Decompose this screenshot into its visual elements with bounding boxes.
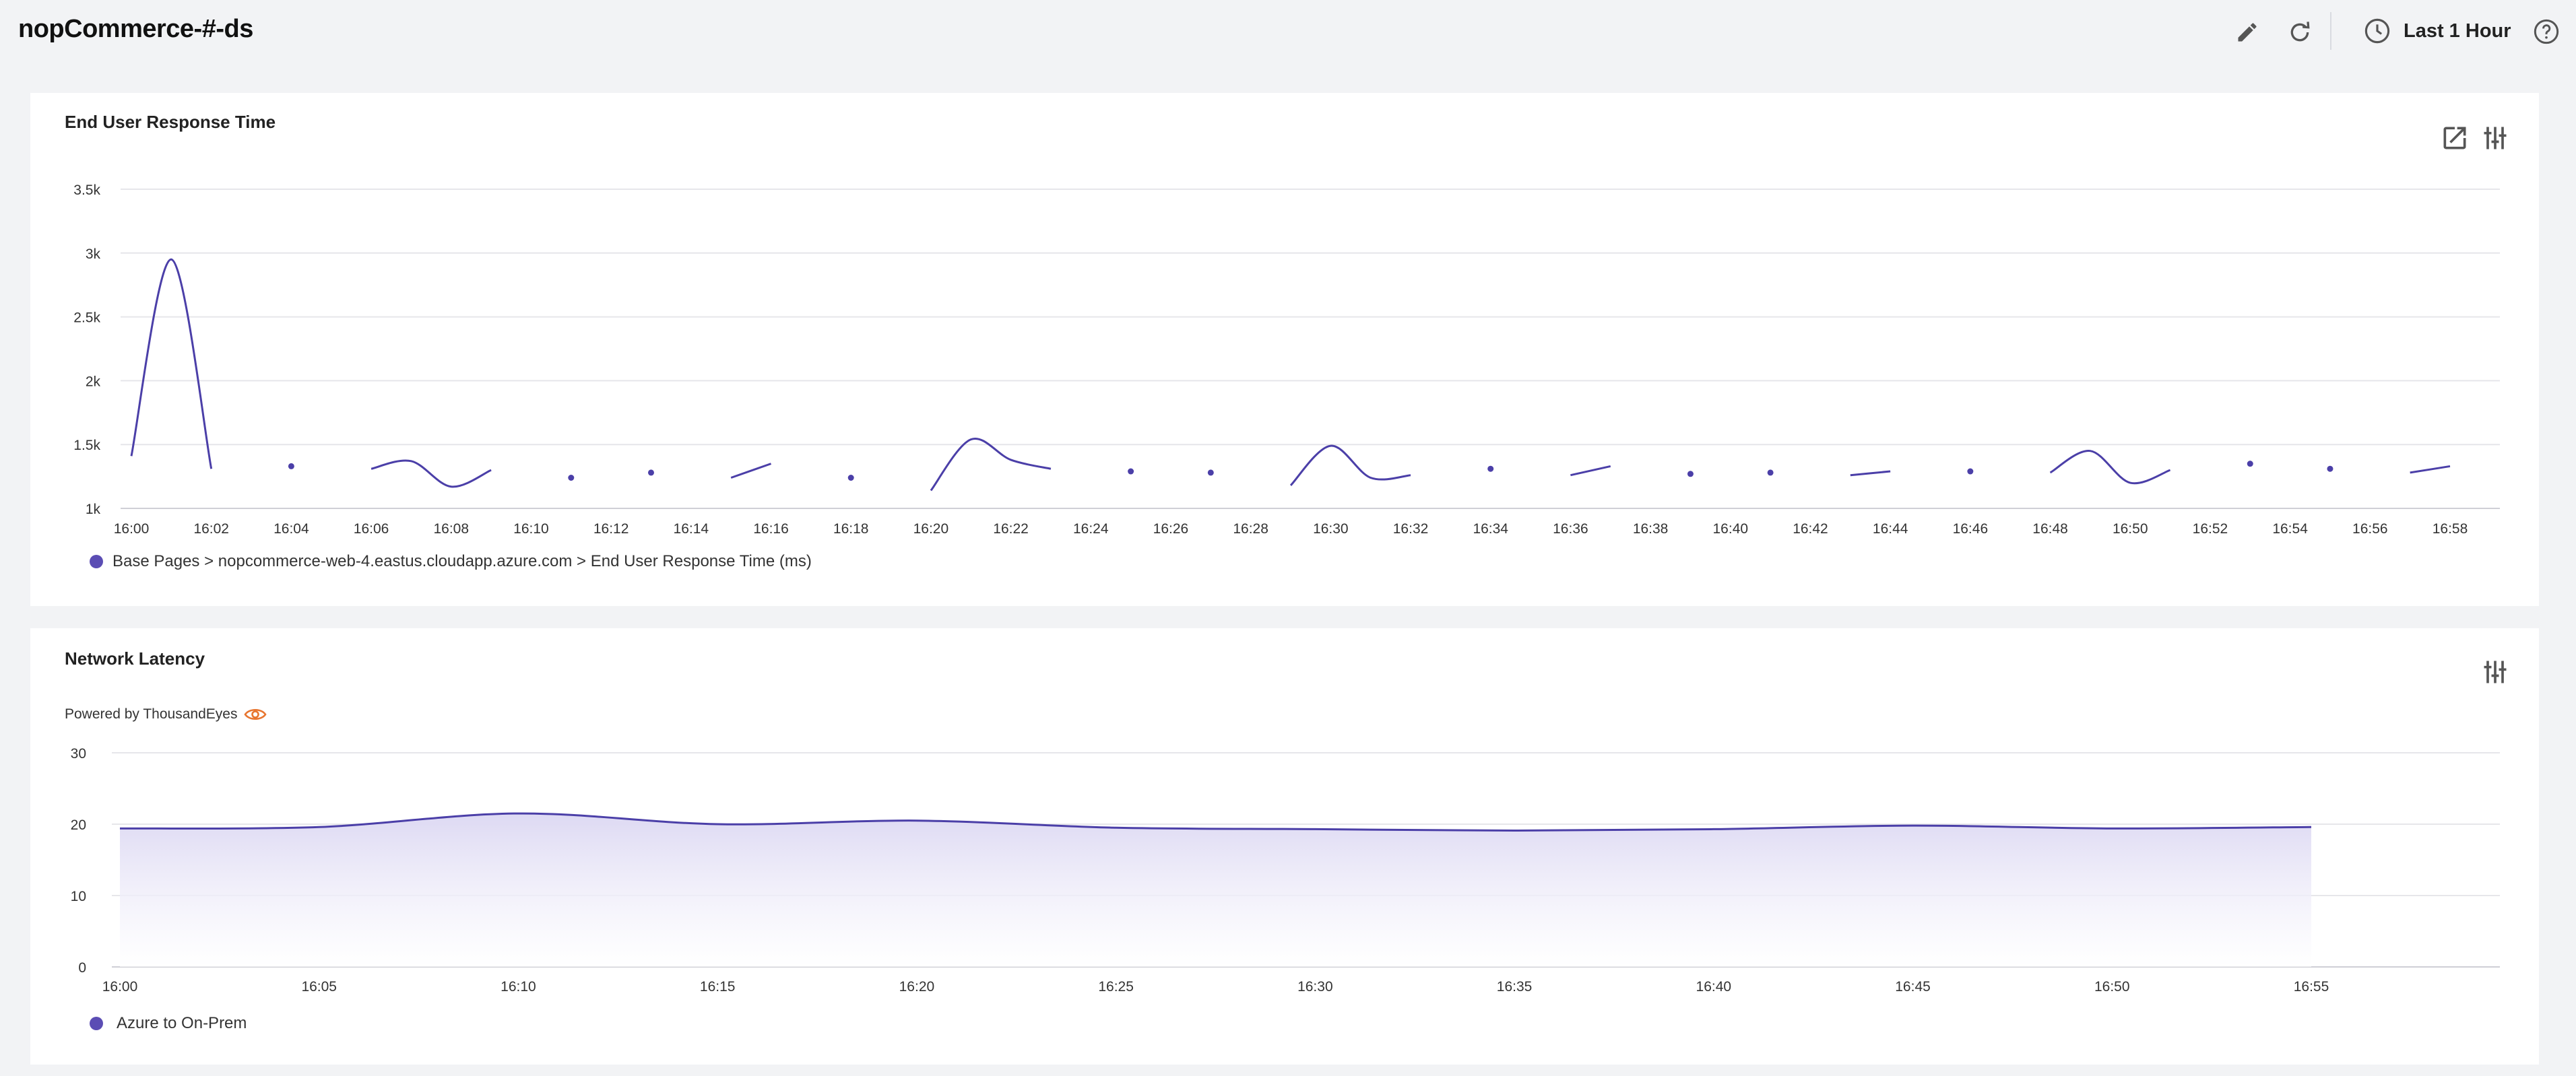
y-tick-label: 0 [78,960,86,976]
data-point [568,474,575,481]
refresh-icon[interactable] [2285,18,2315,47]
data-point [1128,468,1134,475]
y-tick-label: 3k [86,246,101,262]
chart-legend[interactable]: Base Pages > nopcommerce-web-4.eastus.cl… [90,552,812,571]
x-tick-label: 16:15 [700,979,736,995]
data-point [1487,465,1494,472]
pencil-icon[interactable] [2234,19,2261,46]
data-point [1967,468,1974,475]
series-area [120,813,2311,967]
series-line [130,258,213,469]
x-tick-label: 16:36 [1553,521,1588,537]
clock-icon [2364,18,2390,44]
data-point [1687,471,1694,477]
legend-label: Base Pages > nopcommerce-web-4.eastus.cl… [112,552,812,570]
x-tick-label: 16:16 [753,521,789,537]
x-tick-label: 16:58 [2433,521,2468,537]
x-tick-label: 16:34 [1473,521,1508,537]
page-title: nopCommerce-#-ds [18,15,253,43]
x-tick-label: 16:10 [501,979,536,995]
series-line [730,463,772,479]
x-tick-label: 16:45 [1895,979,1931,995]
data-point [847,474,854,481]
y-tick-label: 2.5k [73,310,100,326]
time-range-picker[interactable]: Last 1 Hour [2363,0,2511,62]
series-line [1289,444,1411,486]
x-tick-label: 16:22 [993,521,1029,537]
x-tick-label: 16:12 [593,521,629,537]
series-line [2049,450,2171,485]
y-tick-label: 1.5k [73,438,100,453]
data-point [2327,465,2333,472]
x-tick-label: 16:42 [1793,521,1828,537]
series-line [1850,470,1891,477]
x-tick-label: 16:25 [1098,979,1134,995]
legend-marker [90,555,103,568]
x-tick-label: 16:52 [2193,521,2228,537]
y-tick-label: 30 [71,746,86,762]
data-point [2247,461,2253,467]
data-point [1767,469,1774,476]
series-line [2410,465,2451,474]
y-tick-label: 2k [86,374,101,389]
x-tick-label: 16:08 [433,521,469,537]
data-point [647,469,654,476]
x-tick-label: 16:06 [354,521,389,537]
y-tick-label: 3.5k [73,182,100,198]
time-range-label: Last 1 Hour [2404,20,2511,42]
x-tick-label: 16:30 [1313,521,1349,537]
series-line [1570,465,1611,477]
x-tick-label: 16:14 [674,521,709,537]
x-tick-label: 16:40 [1696,979,1732,995]
x-tick-label: 16:04 [273,521,309,537]
x-tick-label: 16:26 [1153,521,1189,537]
x-tick-label: 16:18 [833,521,869,537]
data-point [288,463,294,469]
x-tick-label: 16:40 [1713,521,1749,537]
network-latency-chart: 0 10 20 30 16:00 16:05 16:10 16:15 16:20 16:25 16:… [71,746,2500,995]
x-tick-label: 16:35 [1497,979,1533,995]
x-tick-label: 16:20 [913,521,949,537]
x-tick-label: 16:50 [2094,979,2130,995]
top-bar: nopCommerce-#-ds [0,0,2576,62]
x-tick-label: 16:55 [2294,979,2329,995]
x-tick-label: 16:02 [193,521,229,537]
data-point [1207,469,1214,476]
x-tick-label: 16:20 [899,979,935,995]
x-tick-label: 16:54 [2272,521,2308,537]
x-tick-label: 16:00 [102,979,138,995]
series-line [930,437,1052,492]
legend-marker [90,1017,103,1030]
header-divider [2330,12,2331,50]
chart-legend[interactable]: Azure to On-Prem [90,1014,247,1033]
y-tick-label: 1k [86,502,101,517]
series-line [371,459,492,488]
x-tick-label: 16:38 [1633,521,1669,537]
x-tick-label: 16:24 [1073,521,1109,537]
x-tick-label: 16:28 [1233,521,1268,537]
response-time-chart: 1k 1.5k 2k 2.5k 3k 3.5k 16:00 16:02 16:04 16:06 16… [73,182,2500,537]
y-tick-label: 20 [71,817,86,833]
y-tick-label: 10 [71,889,86,904]
x-tick-label: 16:44 [1873,521,1908,537]
x-tick-label: 16:50 [2113,521,2148,537]
x-tick-label: 16:48 [2032,521,2068,537]
x-tick-label: 16:46 [1953,521,1989,537]
x-tick-label: 16:05 [301,979,337,995]
legend-label: Azure to On-Prem [117,1014,247,1032]
x-tick-label: 16:10 [513,521,549,537]
x-tick-label: 16:30 [1297,979,1333,995]
x-tick-label: 16:00 [114,521,150,537]
x-tick-label: 16:56 [2352,521,2388,537]
x-tick-label: 16:32 [1393,521,1429,537]
help-icon[interactable] [2532,17,2561,46]
